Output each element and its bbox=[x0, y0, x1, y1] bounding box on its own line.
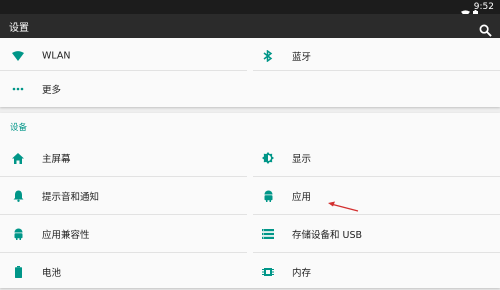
annotation-arrow bbox=[328, 201, 359, 212]
